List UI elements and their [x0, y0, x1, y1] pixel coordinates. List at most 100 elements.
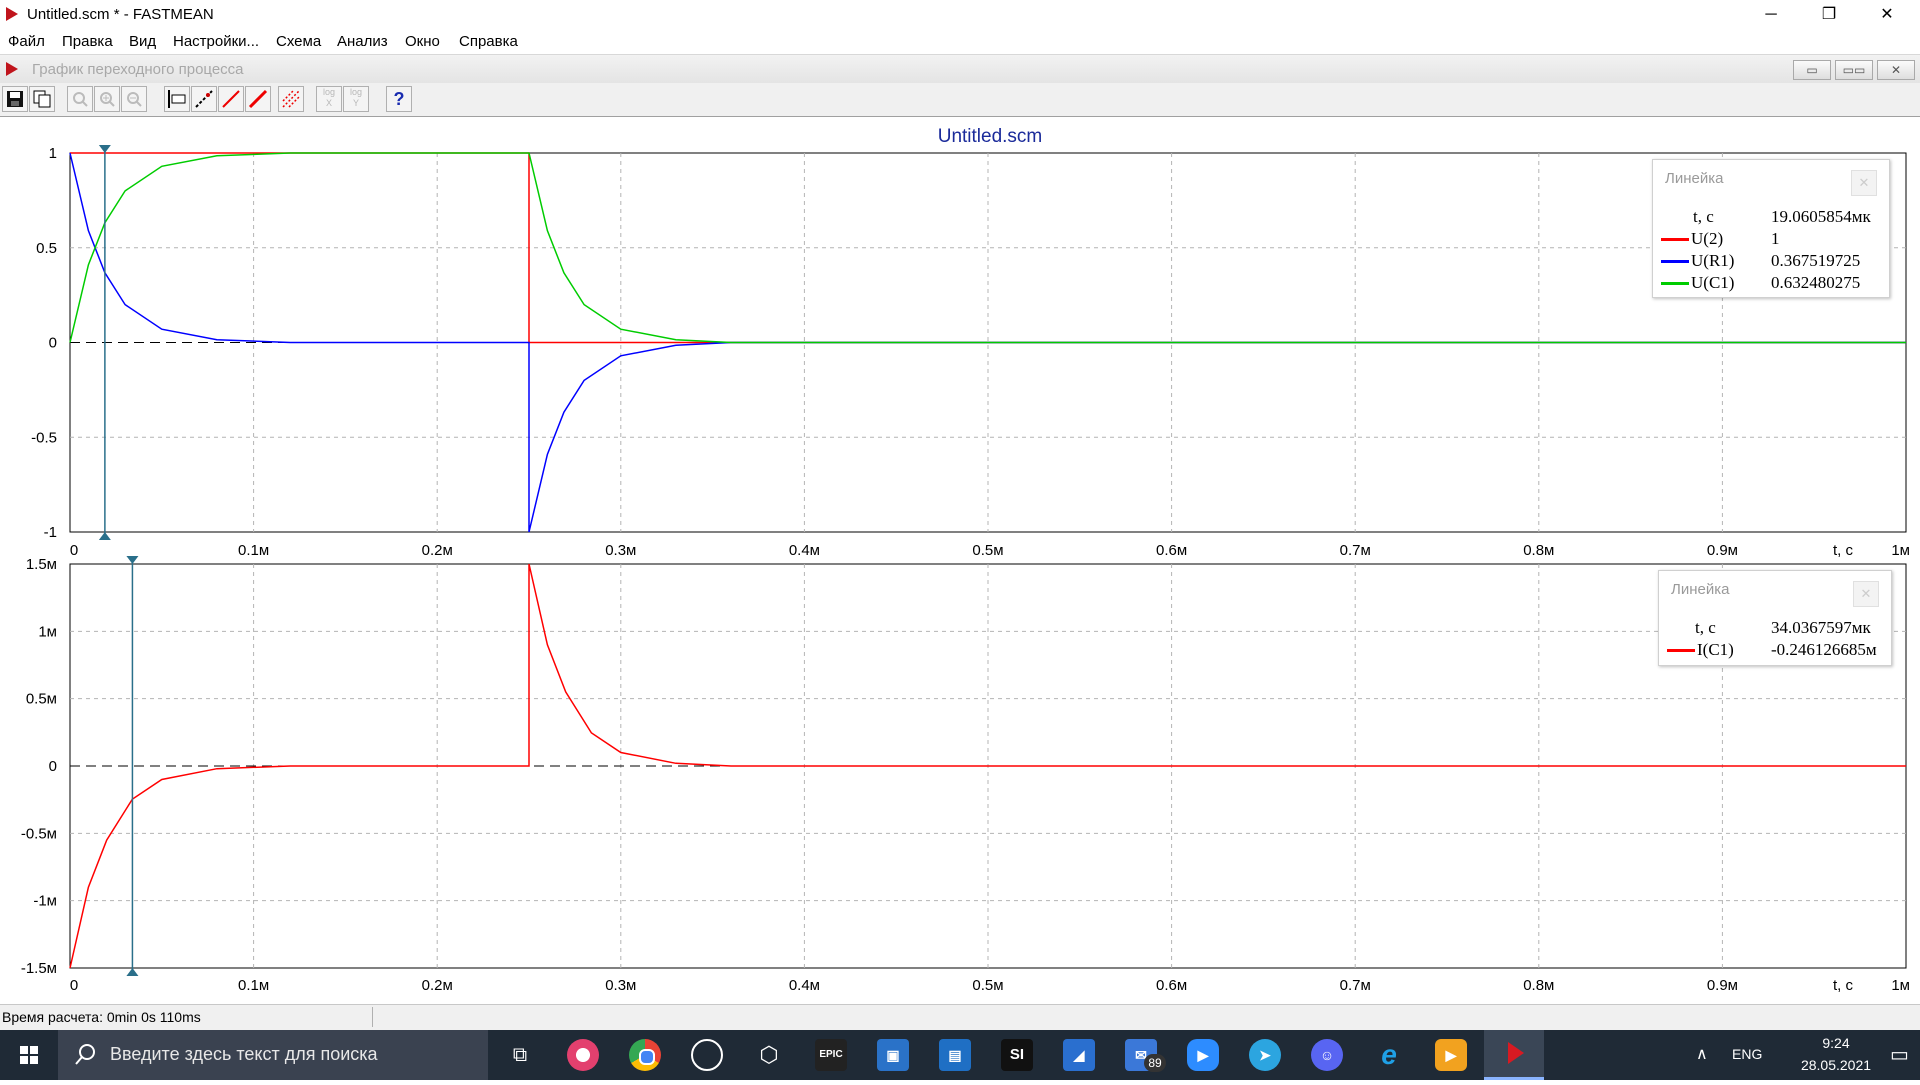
si-game-icon[interactable]: SI — [1001, 1039, 1033, 1071]
ruler-row-time: t, c 19.0605854мк — [1653, 206, 1889, 228]
app-news-icon[interactable]: ▤ — [939, 1039, 971, 1071]
ruler-ic1-value: -0.246126685м — [1771, 640, 1877, 659]
x-tick-label: 0.8м — [1523, 542, 1554, 559]
fastmean-icon — [1508, 1042, 1524, 1064]
x-tick-label: 0.6м — [1156, 977, 1187, 994]
ruler-time-value: 19.0605854мк — [1771, 207, 1871, 226]
y-tick-label: -0.5м — [21, 825, 57, 842]
discord-icon[interactable]: ☺ — [1311, 1039, 1343, 1071]
ruler-close-icon[interactable]: ✕ — [1851, 170, 1877, 196]
y-tick-label: 0 — [49, 758, 57, 775]
ruler-row-uc1: U(C1) 0.632480275 — [1653, 272, 1889, 294]
ruler-time-value: 34.0367597мк — [1771, 618, 1871, 637]
ruler-u2-label: U(2) — [1691, 229, 1724, 248]
tray-chevron-icon[interactable]: ∧ — [1696, 1044, 1708, 1064]
steam-icon[interactable] — [691, 1039, 723, 1071]
legend-swatch-ur1 — [1661, 260, 1689, 263]
help-icon[interactable]: ? — [386, 86, 412, 112]
zoom-icon[interactable]: ▶ — [1187, 1039, 1219, 1071]
y-tick-label: 0 — [49, 335, 57, 352]
ruler-row-ur1: U(R1) 0.367519725 — [1653, 250, 1889, 272]
taskbar-search[interactable]: Введите здесь текст для поиска — [58, 1030, 488, 1080]
app-blue-icon[interactable]: ▣ — [877, 1039, 909, 1071]
legend-swatch-u2 — [1661, 238, 1689, 241]
save-icon[interactable] — [2, 86, 28, 112]
line-red-icon[interactable] — [218, 86, 244, 112]
zoom-in-icon[interactable] — [94, 86, 120, 112]
x-tick-label: 0.3м — [605, 542, 636, 559]
ruler-time-label: t, c — [1693, 207, 1714, 226]
y-tick-label: -1 — [44, 524, 57, 541]
clock-date[interactable]: 28.05.2021 — [1799, 1057, 1873, 1073]
x-tick-label: 0.1м — [238, 977, 269, 994]
menu-file[interactable]: Файл — [8, 33, 45, 50]
telegram-icon[interactable]: ➤ — [1249, 1039, 1281, 1071]
x-tick-label: 0.5м — [972, 977, 1003, 994]
x-tick-label: 0.7м — [1340, 977, 1371, 994]
ruler-icon[interactable] — [164, 86, 190, 112]
line-bold-icon[interactable] — [245, 86, 271, 112]
chrome-icon[interactable] — [629, 1039, 661, 1071]
zoom-icon[interactable] — [67, 86, 93, 112]
log-y-icon[interactable]: log Y — [343, 86, 369, 112]
ruler-uc1-value: 0.632480275 — [1771, 273, 1861, 292]
x-tick-label: 0.2м — [422, 977, 453, 994]
start-button[interactable] — [0, 1030, 58, 1080]
transient-chart[interactable]: 0 0.1м 0.2м 0.3м 0.4м 0.5м 0.6м 0.7м 0.8м 0.9м 1м t… — [0, 117, 1920, 1003]
menu-view[interactable]: Вид — [129, 33, 156, 50]
menu-analysis[interactable]: Анализ — [337, 33, 388, 50]
ruler-row-time: t, c 34.0367597мк — [1659, 617, 1891, 639]
x-tick-label: 0.9м — [1707, 542, 1738, 559]
x-tick-label: 0.7м — [1340, 542, 1371, 559]
legend-swatch-uc1 — [1661, 282, 1689, 285]
menu-settings[interactable]: Настройки... — [173, 33, 259, 50]
child-restore-button[interactable]: ▭▭ — [1835, 60, 1873, 80]
ruler-time-label: t, c — [1695, 618, 1716, 637]
grid-icon[interactable] — [278, 86, 304, 112]
fastmean-taskbar-button[interactable] — [1484, 1030, 1544, 1080]
clock-time[interactable]: 9:24 — [1799, 1035, 1873, 1051]
taskbar: Введите здесь текст для поиска ⧉ ⬡ EPIC … — [0, 1030, 1920, 1080]
y-tick-label: 1 — [49, 145, 57, 162]
ruler-ic1-label: I(C1) — [1697, 640, 1734, 659]
menu-help[interactable]: Справка — [459, 33, 518, 50]
cursor-marker-top — [126, 556, 139, 564]
x-axis-label: t, c — [1833, 977, 1854, 994]
x-tick-label: 0.4м — [789, 542, 820, 559]
menu-scheme[interactable]: Схема — [276, 33, 321, 50]
cursor-marker-bottom — [126, 968, 139, 976]
ruler-panel-top[interactable]: Линейка ✕ t, c 19.0605854мк U(2) 1 U(R1)… — [1652, 159, 1890, 298]
y-tick-label: -1.5м — [21, 960, 57, 977]
unity-icon[interactable]: ⬡ — [753, 1039, 785, 1071]
child-close-button[interactable]: ✕ — [1877, 60, 1915, 80]
menu-window[interactable]: Окно — [405, 33, 440, 50]
ruler-row-ic1: I(C1) -0.246126685м — [1659, 639, 1891, 661]
minimize-button[interactable]: ─ — [1748, 0, 1794, 29]
media-icon[interactable]: ▶ — [1435, 1039, 1467, 1071]
epic-games-icon[interactable]: EPIC — [815, 1039, 847, 1071]
cursor-marker-top — [98, 145, 111, 153]
restore-button[interactable]: ❐ — [1806, 0, 1852, 29]
x-tick-label: 1м — [1891, 977, 1910, 994]
ruler-close-icon[interactable]: ✕ — [1853, 581, 1879, 607]
x-tick-label: 0.1м — [238, 542, 269, 559]
menu-edit[interactable]: Правка — [62, 33, 113, 50]
close-button[interactable]: ✕ — [1864, 0, 1910, 29]
internet-explorer-icon[interactable]: e — [1373, 1039, 1405, 1071]
app-paint-icon[interactable]: ◢ — [1063, 1039, 1095, 1071]
status-bar: Время расчета: 0min 0s 110ms — [0, 1004, 1920, 1030]
x-tick-label: 0.6м — [1156, 542, 1187, 559]
task-view-icon[interactable]: ⧉ — [504, 1039, 536, 1071]
zoom-out-icon[interactable] — [121, 86, 147, 112]
language-indicator[interactable]: ENG — [1732, 1046, 1762, 1062]
copy-icon[interactable] — [29, 86, 55, 112]
itunes-icon[interactable] — [567, 1039, 599, 1071]
notifications-icon[interactable]: ▭ — [1890, 1042, 1909, 1067]
ruler-panel-bottom[interactable]: Линейка ✕ t, c 34.0367597мк I(C1) -0.246… — [1658, 570, 1892, 666]
log-x-icon[interactable]: log X — [316, 86, 342, 112]
line-dash-icon[interactable] — [191, 86, 217, 112]
title-bar: Untitled.scm * - FASTMEAN ─ ❐ ✕ — [0, 0, 1920, 29]
child-minimize-button[interactable]: ▭ — [1793, 60, 1831, 80]
ruler-uc1-label: U(C1) — [1691, 273, 1735, 292]
child-window-bar: График переходного процесса ▭ ▭▭ ✕ — [0, 54, 1920, 83]
